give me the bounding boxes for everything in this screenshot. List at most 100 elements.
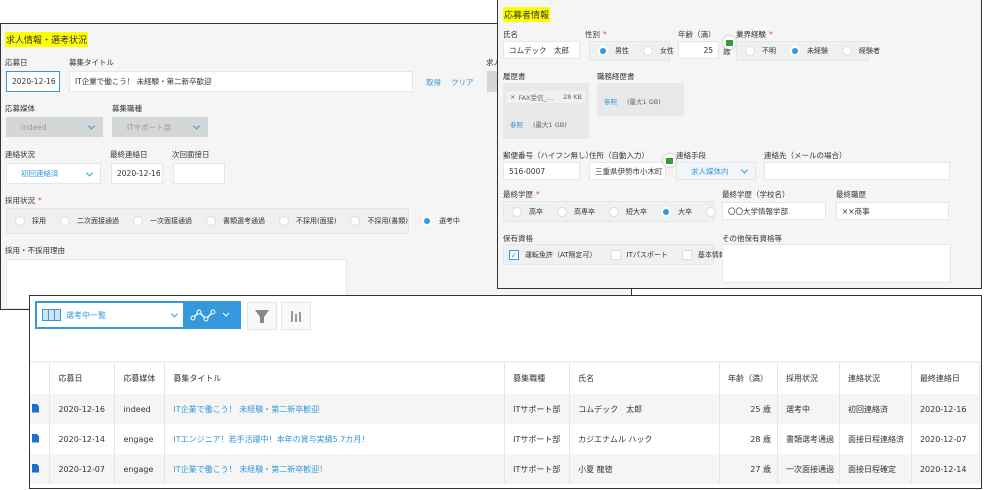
school-input[interactable]: 〇〇大学情報学部 [722, 202, 826, 220]
next-interview-label: 次回面接日 [172, 150, 210, 159]
contact-method-label: 連絡手段 [676, 151, 706, 160]
remove-file-icon[interactable]: × [510, 93, 515, 101]
col-header[interactable]: 募集職種 [504, 362, 571, 394]
radio-label: 女性 [660, 47, 674, 55]
col-header[interactable]: 募集タイトル [164, 362, 506, 394]
applicant-panel: 応募者情報 氏名 コムデック 太郎 性別 * 男性 女性 年齢（満） 25 歳 業… [497, 0, 982, 289]
document-icon [32, 433, 39, 443]
radio-high-school[interactable]: 高卒 [512, 206, 543, 217]
col-header[interactable]: 氏名 [569, 362, 720, 394]
resume-upload: × FAX受信_… 28 KB 参照 (最大1 GB) [503, 83, 589, 139]
chevron-down-icon [170, 310, 179, 318]
record-detail-link[interactable] [30, 424, 51, 454]
radio-reject-interview[interactable]: 不採用(面接) [279, 216, 336, 226]
clear-link[interactable]: クリア [451, 77, 474, 88]
col-header[interactable]: 応募日 [49, 362, 116, 394]
position-value: ITサポート部 [127, 122, 172, 132]
radio-label: 経験者 [859, 47, 880, 55]
age-input[interactable]: 25 [678, 41, 719, 59]
table-cell: コムデック 太郎 [569, 394, 720, 424]
filter-button[interactable] [247, 302, 277, 330]
graph-icon [190, 309, 230, 322]
radio-reject-document[interactable]: 不採用(書類) [350, 216, 408, 226]
job-title-input[interactable]: IT企業で働こう！ 未経験・第二新卒歓迎 [69, 71, 413, 92]
table-cell: 27 歳 [719, 454, 778, 484]
view-select[interactable]: 選考中一覧 [35, 301, 185, 329]
last-contact-input[interactable]: 2020-12-16 [111, 163, 163, 184]
zip-input[interactable]: 516-0007 [503, 162, 580, 180]
education-radio-group: 高卒 高専卒 短大卒 大卒 院卒 [503, 201, 737, 222]
radio-in-selection[interactable]: 選考中 [421, 216, 460, 226]
radio-university[interactable]: 大卒 [661, 206, 692, 217]
radio-male[interactable]: 男性 [598, 46, 629, 56]
graph-menu-button[interactable] [185, 301, 241, 329]
contact-status-select[interactable]: 初回連絡済 [6, 163, 101, 184]
address-input[interactable]: 三重県伊勢市小木町 [589, 162, 666, 180]
qualifications-label: 保有資格 [503, 234, 533, 243]
col-header[interactable]: 最終連絡日 [911, 362, 981, 394]
radio-hire[interactable]: 採用 [15, 216, 46, 226]
table-cell[interactable]: IT企業で働こう！ 未経験・第二新卒歓迎 [164, 394, 506, 424]
resume-browse-link[interactable]: 参照 [510, 119, 523, 129]
table-cell: 初回連絡済 [839, 394, 912, 424]
record-detail-link[interactable] [30, 454, 51, 484]
fetch-link[interactable]: 取得 [426, 77, 441, 88]
cv-browse-link[interactable]: 参照 [604, 96, 617, 106]
apply-date-input[interactable]: 2020-12-16 [6, 71, 60, 92]
radio-document-pass[interactable]: 書類選考通過 [206, 216, 265, 226]
media-select[interactable]: indeed [6, 117, 103, 137]
table-cell: 25 歳 [719, 394, 778, 424]
col-header[interactable]: 採用状況 [777, 362, 840, 394]
gender-label-text: 性別 [585, 30, 600, 39]
table-cell: 面接日程確定 [839, 454, 912, 484]
table-row[interactable]: 2020-12-14 engage ITエンジニア！若手活躍中！本年の賞与実績5.7… [30, 424, 981, 454]
radio-label: 一次面接通過 [150, 217, 192, 225]
radio-female[interactable]: 女性 [643, 46, 674, 56]
radio-second-interview[interactable]: 二次面接通過 [60, 216, 119, 226]
resume-max-size: (最大1 GB) [533, 121, 567, 129]
col-header[interactable]: 応募媒体 [114, 362, 166, 394]
chart-button[interactable] [281, 302, 311, 330]
other-quals-textarea[interactable] [722, 244, 951, 283]
col-header[interactable]: 連絡状況 [839, 362, 912, 394]
chevron-down-icon [87, 122, 96, 130]
table-cell: ITサポート部 [504, 424, 571, 454]
apply-date-label: 応募日 [5, 58, 28, 67]
contact-email-input[interactable] [764, 162, 950, 180]
checkbox-driver-license[interactable]: ✓ 運転免許（AT限定可） [509, 249, 597, 260]
checkbox-it-passport[interactable]: ITパスポート [610, 249, 668, 260]
reason-label: 採用・不採用理由 [5, 246, 65, 255]
name-input[interactable]: コムデック 太郎 [503, 41, 580, 59]
check-icon: ✓ [509, 249, 519, 260]
table-cell[interactable]: ITエンジニア！若手活躍中！本年の賞与実績5.7カ月！ [164, 424, 506, 454]
radio-technical-college[interactable]: 高専卒 [557, 206, 595, 217]
zip-label: 郵便番号（ハイフン無し） [503, 151, 593, 160]
checkbox-fundamental-info[interactable]: 基本情報 [681, 249, 726, 260]
contact-method-select[interactable]: 求人媒体内 [676, 162, 756, 180]
radio-first-interview[interactable]: 一次面接通過 [133, 216, 192, 226]
recruit-heading: 求人情報・選考状況 [5, 32, 89, 47]
applicant-heading: 応募者情報 [503, 7, 551, 22]
cv-upload: 参照 (最大1 GB) [597, 83, 684, 116]
table-cell: 書類選考通過 [777, 424, 840, 454]
col-header[interactable]: 年齢（満） [719, 362, 778, 394]
table-cell[interactable]: IT企業で働こう！ 未経験・第二新卒歓迎！ [164, 454, 506, 484]
radio-inexperienced[interactable]: 未経験 [790, 46, 828, 56]
table-row[interactable]: 2020-12-07 engage IT企業で働こう！ 未経験・第二新卒歓迎！ ITサ… [30, 454, 981, 484]
last-job-input[interactable]: ××商事 [836, 202, 949, 220]
radio-experienced[interactable]: 経験者 [842, 46, 880, 56]
record-detail-link[interactable] [30, 394, 51, 424]
table-cell: 2020-12-16 [911, 394, 981, 424]
radio-junior-college[interactable]: 短大卒 [609, 206, 647, 217]
contact-email-label: 連絡先（メールの場合） [764, 151, 847, 160]
hire-status-label: 採用状況 * [5, 196, 42, 205]
radio-unknown[interactable]: 不明 [745, 46, 776, 56]
checkbox-label: ITパスポート [626, 250, 668, 259]
education-label-text: 最終学歴 [503, 190, 533, 199]
position-select[interactable]: ITサポート部 [112, 117, 208, 137]
table-icon [42, 309, 61, 321]
next-interview-input[interactable] [173, 163, 225, 184]
table-cell: 2020-12-07 [911, 424, 981, 454]
table-row[interactable]: 2020-12-16 indeed IT企業で働こう！ 未経験・第二新卒歓迎 ITサポ… [30, 394, 981, 424]
radio-label: 未経験 [807, 47, 828, 55]
